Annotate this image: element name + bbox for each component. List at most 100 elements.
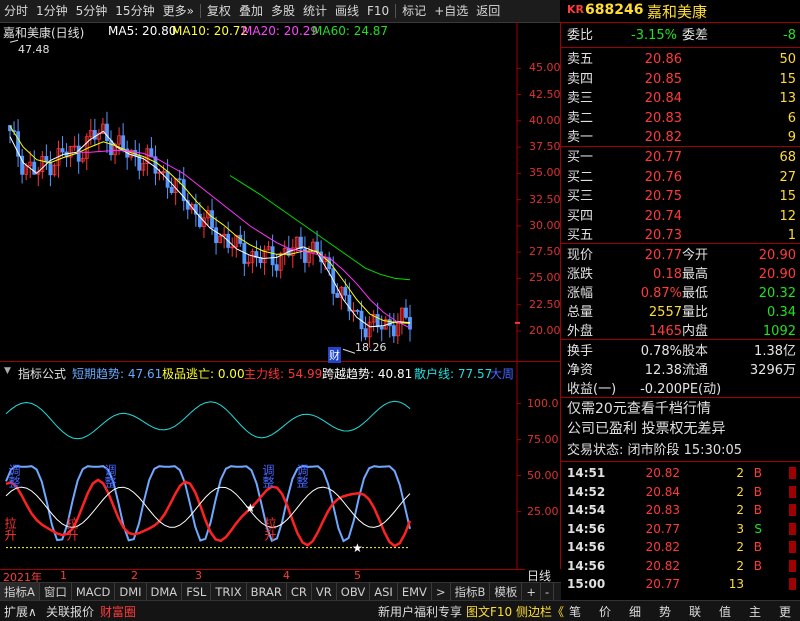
bid-row: 买四 20.74 12 — [561, 206, 800, 227]
quote-tab[interactable]: 主 — [749, 603, 761, 620]
trade-time: 14:56 — [567, 521, 606, 536]
kline-plot[interactable] — [0, 22, 561, 362]
toolbar-item[interactable]: 画线 — [331, 0, 363, 22]
bid-price: 20.76 — [644, 169, 682, 185]
signal-annotation: 调整 — [261, 464, 275, 488]
month-1: 1 — [60, 569, 67, 582]
status-bar: 扩展∧ 关联报价 财富圈 新用户福利专享 图文F10 侧边栏《 笔 价 细 势 联 值 主 更 — [0, 600, 800, 621]
indicator-tab[interactable]: ASI — [370, 583, 398, 601]
quote-tab[interactable]: 价 — [599, 603, 611, 620]
toolbar-item[interactable]: 返回 — [472, 0, 504, 22]
indicator-tab[interactable]: EMV — [398, 583, 432, 601]
indicator-tab[interactable]: 指标B — [451, 583, 491, 601]
month-3: 3 — [195, 569, 202, 582]
price-tick-label: 37.50 — [529, 140, 561, 154]
weibi-value: -3.15% — [631, 28, 677, 43]
trade-volume: 13 — [728, 577, 744, 591]
toolbar-item[interactable]: F10 — [363, 0, 393, 22]
candle-body — [404, 307, 408, 318]
promo-text-1[interactable]: 仅需20元查看千档行情 — [567, 399, 711, 420]
f10-link[interactable]: 图文F10 — [466, 603, 512, 620]
star-icon: ★ — [245, 501, 256, 515]
indicator-tab[interactable]: VR — [312, 583, 337, 601]
trade-marker — [789, 467, 796, 479]
quote-tab[interactable]: 势 — [659, 603, 671, 620]
kline-chart[interactable]: 嘉和美康(日线) MA5: 20.80 MA10: 20.72 MA20: 20… — [0, 22, 561, 363]
stat-value: 0.34 — [767, 305, 796, 320]
low-marker-line — [342, 348, 356, 354]
ma-line-ma20 — [76, 149, 411, 329]
candle-body — [375, 314, 380, 328]
quote-tab[interactable]: 值 — [719, 603, 731, 620]
indicator-chart[interactable]: ▼ 指标公式 短期趋势: 47.61 极品逃亡: 0.00 主力线: 54.99… — [0, 362, 561, 569]
toolbar-item[interactable]: 5分钟 — [72, 0, 112, 22]
stat-label: 总量 — [567, 305, 594, 320]
toolbar-item[interactable]: 更多» — [159, 0, 198, 22]
stat-label: 涨跌 — [567, 267, 594, 282]
indicator-tab[interactable]: OBV — [337, 583, 371, 601]
quote-tab[interactable]: 更 — [779, 603, 791, 620]
stat-label: 最低 — [682, 286, 709, 301]
indicator-tab[interactable]: 模板 — [490, 583, 523, 601]
stat-label: 量比 — [682, 305, 709, 320]
stock-header: KR 688246 嘉和美康 — [561, 0, 800, 23]
trade-time: 14:51 — [567, 466, 606, 480]
indicator-tick-label: 50.00 — [527, 468, 559, 482]
ask-label: 卖一 — [567, 130, 594, 145]
financial-report-tag[interactable]: 财 — [328, 347, 341, 363]
bid-label: 买四 — [567, 208, 594, 224]
related-quote-button[interactable]: 关联报价 — [46, 603, 94, 620]
indicator-plot[interactable]: 调整 调整 调整 调整拉升 拉升 拉升★★ — [0, 362, 561, 569]
indicator-tab[interactable]: > — [432, 583, 451, 601]
candle-body — [315, 241, 319, 253]
quote-tab[interactable]: 笔 — [569, 603, 581, 620]
toolbar-item[interactable]: 复权 — [203, 0, 235, 22]
quote-tab[interactable]: 联 — [689, 603, 701, 620]
trade-marker — [789, 485, 796, 498]
weicha-value: -8 — [783, 28, 796, 43]
indicator-tab[interactable]: 指标A — [0, 583, 40, 601]
bid-price: 20.74 — [644, 208, 682, 224]
trade-row: 14:56 20.77 3 S — [561, 519, 800, 539]
toolbar-item[interactable]: 叠加 — [235, 0, 267, 22]
sidebar-toggle[interactable]: 侧边栏《 — [516, 603, 564, 620]
stat-label: 换手 — [567, 344, 594, 359]
wealth-circle-button[interactable]: 财富圈 — [100, 603, 136, 620]
toolbar-item[interactable]: 统计 — [299, 0, 331, 22]
indicator-tab-bar: 指标A 窗口 MACD DMI DMA FSL TRIX BRAR CR VR OBV ASI EMV >… — [0, 582, 561, 601]
indicator-tab[interactable]: BRAR — [247, 583, 287, 601]
stat2-row: 换手 0.78% 股本 1.38亿 — [561, 341, 800, 362]
promo-row-1[interactable]: 仅需20元查看千档行情 — [561, 399, 800, 420]
promo-link[interactable]: 新用户福利专享 — [378, 603, 462, 620]
indicator-tab[interactable]: TRIX — [211, 583, 247, 601]
stat-value: 12.38 — [644, 363, 682, 378]
stat-value: 20.77 — [644, 248, 682, 263]
toolbar-item[interactable]: 1分钟 — [32, 0, 72, 22]
trade-volume: 3 — [736, 521, 744, 536]
candle-body — [177, 178, 182, 181]
stat-value: 0.87% — [640, 286, 682, 301]
signal-annotation: 调整 — [7, 464, 21, 488]
quote-tab[interactable]: 细 — [629, 603, 641, 620]
candle-body — [210, 210, 214, 229]
stock-code: 688246 — [585, 2, 644, 18]
indicator-tab[interactable]: CR — [287, 583, 312, 601]
toolbar-item[interactable]: +自选 — [430, 0, 472, 22]
high-marker: 47.48 — [18, 43, 50, 56]
toolbar-item[interactable]: 分时 — [0, 0, 32, 22]
indicator-tab[interactable]: + — [522, 583, 542, 601]
month-2: 2 — [131, 569, 138, 582]
toolbar-item[interactable]: 15分钟 — [111, 0, 158, 22]
indicator-tab[interactable]: DMA — [147, 583, 183, 601]
toolbar-item[interactable]: 多股 — [267, 0, 299, 22]
indicator-tab[interactable]: - — [541, 583, 555, 601]
indicator-tab[interactable]: FSL — [182, 583, 212, 601]
stat-value: 20.90 — [758, 267, 796, 282]
indicator-tab[interactable]: 窗口 — [40, 583, 72, 601]
stat-label: 流通 — [682, 363, 709, 378]
toolbar-item[interactable]: 标记 — [398, 0, 430, 22]
trade-direction: B — [753, 503, 762, 517]
indicator-tab[interactable]: MACD — [72, 583, 116, 601]
expand-button[interactable]: 扩展∧ — [4, 603, 37, 620]
indicator-tab[interactable]: DMI — [115, 583, 147, 601]
